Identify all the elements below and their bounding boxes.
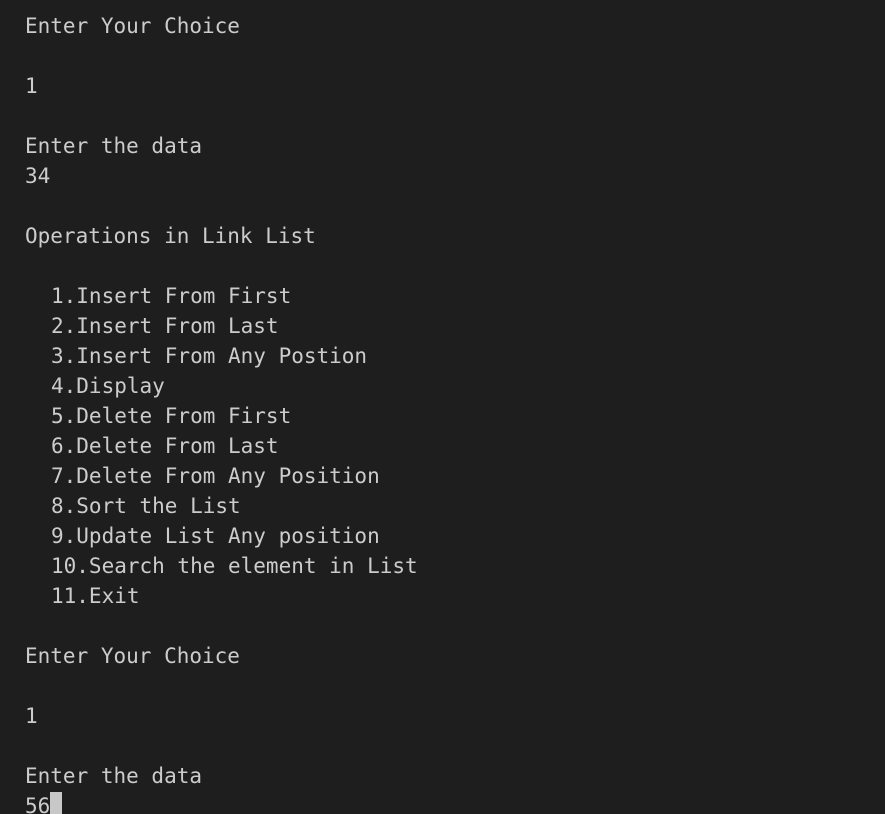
prompt-enter-data: Enter the data: [25, 134, 203, 158]
prompt-enter-data: Enter the data: [25, 764, 203, 788]
current-input-line[interactable]: 56: [25, 791, 885, 814]
menu-list: 1.Insert From First 2.Insert From Last 3…: [25, 281, 885, 611]
menu-item-display: 4.Display: [51, 374, 165, 398]
menu-item-insert-last: 2.Insert From Last: [51, 314, 279, 338]
menu-item-exit: 11.Exit: [51, 584, 140, 608]
menu-title: Operations in Link List: [25, 224, 316, 248]
user-input-choice: 1: [25, 704, 38, 728]
menu-item-insert-any: 3.Insert From Any Postion: [51, 344, 368, 368]
menu-item-insert-first: 1.Insert From First: [51, 284, 292, 308]
menu-item-update: 9.Update List Any position: [51, 524, 380, 548]
prompt-enter-choice: Enter Your Choice: [25, 644, 240, 668]
user-input-data: 56: [25, 794, 51, 814]
menu-item-delete-last: 6.Delete From Last: [51, 434, 279, 458]
menu-item-delete-any: 7.Delete From Any Position: [51, 464, 380, 488]
user-input-data: 34: [25, 164, 51, 188]
prompt-enter-choice: Enter Your Choice: [25, 14, 240, 38]
terminal-output[interactable]: Enter Your Choice 1 Enter the data 34 Op…: [0, 0, 885, 814]
text-cursor: [50, 792, 63, 814]
menu-item-search: 10.Search the element in List: [51, 554, 418, 578]
menu-item-delete-first: 5.Delete From First: [51, 404, 292, 428]
menu-item-sort: 8.Sort the List: [51, 494, 241, 518]
user-input-choice: 1: [25, 74, 38, 98]
